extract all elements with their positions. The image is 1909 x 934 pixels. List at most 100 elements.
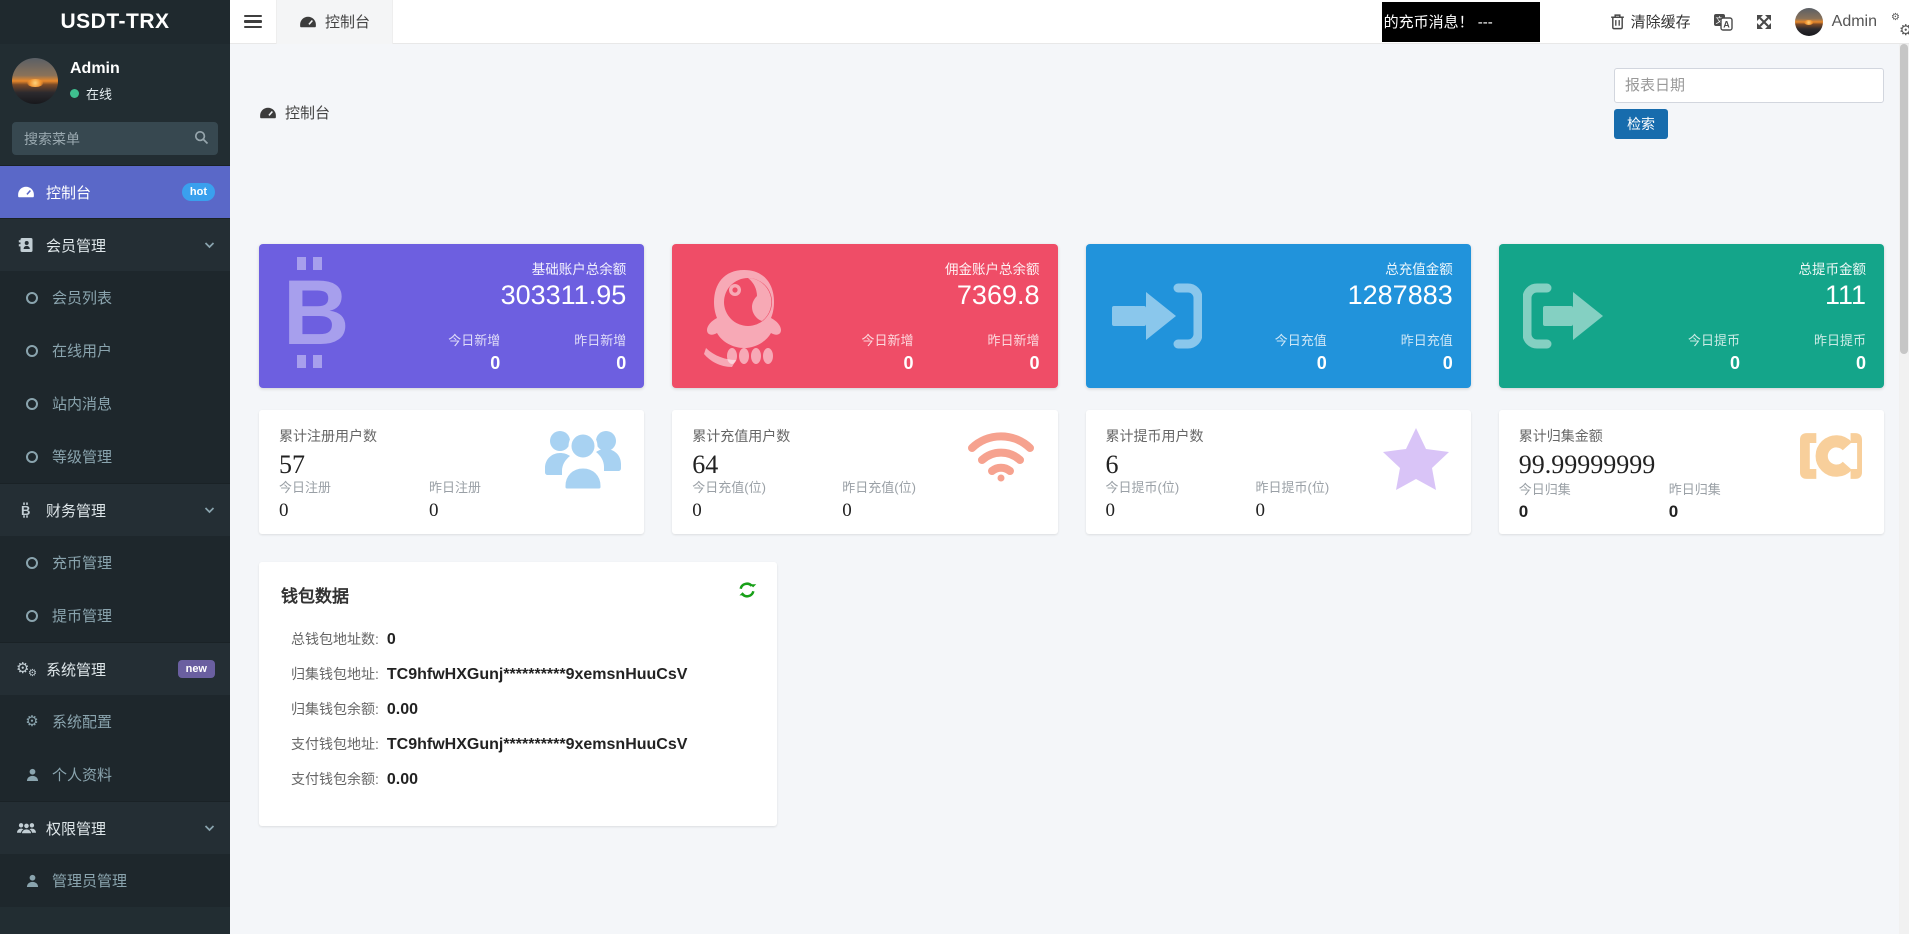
sidebar-item-system[interactable]: ⚙⚙ 系统管理 new [0,642,230,695]
sidebar-item-dashboard[interactable]: 控制台 hot [0,165,230,218]
sidebar: USDT-TRX Admin 在线 控制台 [0,0,230,934]
report-date-input[interactable] [1614,68,1884,103]
sidebar-item-member-list[interactable]: 会员列表 [0,271,230,324]
sidebar-search [12,122,218,155]
sidebar-item-label: 个人资料 [52,764,112,785]
circle-icon [21,398,43,410]
sidebar-item-admin-management[interactable]: 管理员管理 [0,854,230,907]
sign-in-icon [1110,280,1202,352]
clear-cache-button[interactable]: 清除缓存 [1610,11,1691,32]
report-filter: 检索 [1614,68,1884,139]
scrollbar-thumb[interactable] [1900,44,1908,354]
wallet-row: 支付钱包地址: TC9hfwHXGunj**********9xemsnHuuC… [281,734,755,754]
sidebar-item-label: 系统配置 [52,711,112,732]
user-status-label: 在线 [86,84,112,103]
cogs-icon: ⚙⚙ [15,660,37,678]
chevron-down-icon [204,506,215,514]
circle-icon [21,451,43,463]
stat-card-total-withdraw: 总提币金额 111 今日提币0 昨日提币0 [1499,244,1884,388]
stat-card-commission-balance: 佣金账户总余额 7369.8 今日新增0 昨日新增0 [672,244,1057,388]
sidebar-item-online-users[interactable]: 在线用户 [0,324,230,377]
user-panel: Admin 在线 [0,44,230,116]
gear-icon: ⚙ [21,714,43,730]
chevron-down-icon [204,824,215,832]
sidebar-menu: 控制台 hot 会员管理 会员列表 在线用户 [0,165,230,907]
wallet-title: 钱包数据 [281,582,755,607]
scrollbar[interactable] [1899,44,1909,934]
sidebar-item-label: 会员管理 [46,235,106,256]
sidebar-item-permissions[interactable]: 权限管理 [0,801,230,854]
user-menu[interactable]: Admin [1795,8,1877,36]
sidebar-item-profile[interactable]: 个人资料 [0,748,230,801]
sidebar-item-site-messages[interactable]: 站内消息 [0,377,230,430]
menu-search-input[interactable] [12,122,218,155]
wallet-row: 归集钱包余额: 0.00 [281,699,755,719]
circle-icon [21,345,43,357]
sidebar-item-label: 系统管理 [46,659,106,680]
user-icon [21,874,43,888]
sign-out-icon [1523,280,1615,352]
chevron-down-icon [204,241,215,249]
sidebar-item-system-config[interactable]: ⚙ 系统配置 [0,695,230,748]
summary-card-collection-amount: 累计归集金额 99.99999999 今日归集0 昨日归集0 [1499,410,1884,534]
avatar [1795,8,1823,36]
sidebar-item-label: 等级管理 [52,446,112,467]
circle-icon [21,292,43,304]
sidebar-item-withdraw-management[interactable]: 提币管理 [0,589,230,642]
hot-badge: hot [182,183,215,201]
star-icon [1383,428,1449,490]
summary-card-registered-users: 累计注册用户数 57 今日注册0 昨日注册0 [259,410,644,534]
summary-card-withdraw-users: 累计提币用户数 6 今日提币(位)0 昨日提币(位)0 [1086,410,1471,534]
wallet-row: 支付钱包余额: 0.00 [281,769,755,789]
wifi-icon [966,428,1036,482]
sidebar-item-label: 充币管理 [52,552,112,573]
circle-icon [21,610,43,622]
circle-icon [21,557,43,569]
sidebar-item-label: 管理员管理 [52,870,127,891]
refresh-icon[interactable] [737,580,757,600]
sidebar-item-label: 权限管理 [46,818,106,839]
breadcrumb: 控制台 [259,86,330,139]
topbar: 控制台 的充币消息！ --- 清除缓存 文A [230,0,1909,44]
content-area: 控制台 检索 基础账户总余额 303311.95 今日新增0 [230,44,1909,934]
new-badge: new [178,660,215,678]
sidebar-item-label: 控制台 [46,182,91,203]
qq-icon [696,264,792,368]
stat-card-total-deposit: 总充值金额 1287883 今日充值0 昨日充值0 [1086,244,1471,388]
wallet-row: 总钱包地址数: 0 [281,629,755,649]
tab-dashboard[interactable]: 控制台 [276,0,393,44]
bracket-c-icon [1800,428,1862,484]
sidebar-item-finance[interactable]: B 财务管理 [0,483,230,536]
sidebar-item-members[interactable]: 会员管理 [0,218,230,271]
app-root: USDT-TRX Admin 在线 控制台 [0,0,1909,934]
online-status-dot [70,89,79,98]
user-name: Admin [70,60,120,78]
gauge-icon [259,106,277,120]
summary-card-deposit-users: 累计充值用户数 64 今日充值(位)0 昨日充值(位)0 [672,410,1057,534]
fullscreen-icon[interactable] [1755,13,1773,31]
notice-marquee: 的充币消息！ --- [1382,2,1540,42]
language-icon[interactable]: 文A [1713,13,1733,31]
wallet-row: 归集钱包地址: TC9hfwHXGunj**********9xemsnHuuC… [281,664,755,684]
bitcoin-icon: B [15,502,37,518]
sidebar-item-deposit-management[interactable]: 充币管理 [0,536,230,589]
user-icon [21,768,43,782]
sidebar-item-level-management[interactable]: 等级管理 [0,430,230,483]
avatar [12,58,58,104]
address-book-icon [15,237,37,253]
users-icon [544,428,622,490]
users-icon [15,821,37,835]
search-icon [194,130,209,145]
gauge-icon [15,185,37,199]
stat-card-base-balance: 基础账户总余额 303311.95 今日新增0 昨日新增0 [259,244,644,388]
topbar-user-label: Admin [1832,13,1877,31]
sidebar-item-label: 在线用户 [52,340,112,361]
trash-icon [1610,13,1625,30]
svg-text:A: A [1723,19,1730,29]
svg-text:B: B [21,503,30,518]
tab-label: 控制台 [325,11,370,32]
sidebar-item-label: 会员列表 [52,287,112,308]
search-button[interactable]: 检索 [1614,109,1668,139]
app-title: USDT-TRX [0,0,230,44]
sidebar-toggle-button[interactable] [230,0,276,44]
